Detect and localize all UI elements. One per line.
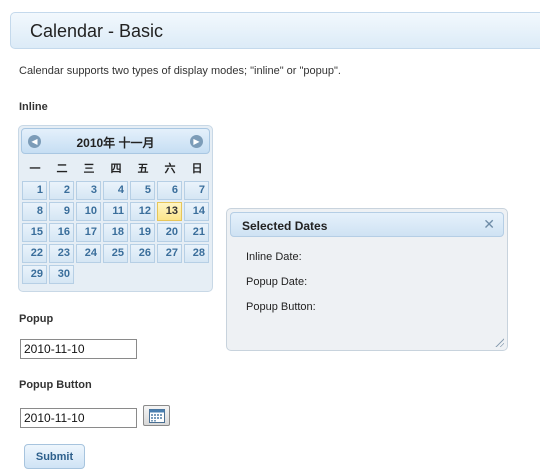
- calendar-week-row: 22 23 24 25 26 27 28: [22, 244, 212, 263]
- popup-button-section-label: Popup Button: [19, 379, 92, 391]
- close-icon[interactable]: ✕: [483, 216, 495, 233]
- weekday-label: 六: [164, 163, 176, 175]
- calendar-day[interactable]: 9: [49, 202, 74, 221]
- resize-grip-icon[interactable]: [494, 337, 504, 347]
- popup-button-date-input[interactable]: [20, 408, 137, 428]
- calendar-empty-cell: [130, 265, 155, 284]
- calendar-day[interactable]: 19: [130, 223, 155, 242]
- calendar-day[interactable]: 30: [49, 265, 74, 284]
- panel-header: Selected Dates ✕: [230, 212, 504, 237]
- weekday-label: 一: [29, 163, 41, 175]
- weekday-label: 五: [137, 163, 149, 175]
- popup-date-label: Popup Date:: [246, 276, 308, 288]
- weekday-label: 三: [83, 163, 95, 175]
- calendar-day[interactable]: 24: [76, 244, 101, 263]
- calendar-day[interactable]: 1: [22, 181, 47, 200]
- selected-dates-panel: Selected Dates ✕ Inline Date: Popup Date…: [226, 208, 508, 351]
- calendar-day[interactable]: 28: [184, 244, 209, 263]
- calendar-day[interactable]: 26: [130, 244, 155, 263]
- calendar-header: ◀ 2010年 十一月 ▶: [21, 128, 210, 154]
- popup-section-label: Popup: [19, 313, 54, 325]
- page-header: Calendar - Basic: [10, 12, 540, 49]
- popup-date-input[interactable]: [20, 339, 137, 359]
- calendar-day[interactable]: 27: [157, 244, 182, 263]
- calendar-day[interactable]: 18: [103, 223, 128, 242]
- weekday-label: 二: [56, 163, 68, 175]
- calendar-day[interactable]: 29: [22, 265, 47, 284]
- calendar-empty-cell: [157, 265, 182, 284]
- calendar-day[interactable]: 22: [22, 244, 47, 263]
- calendar-day[interactable]: 14: [184, 202, 209, 221]
- calendar-week-row: 8 9 10 11 12 13 14: [22, 202, 212, 221]
- calendar-day[interactable]: 8: [22, 202, 47, 221]
- calendar-empty-cell: [103, 265, 128, 284]
- next-month-icon[interactable]: ▶: [190, 135, 203, 148]
- popup-button-date-label: Popup Button:: [246, 301, 316, 313]
- calendar-empty-cell: [76, 265, 101, 284]
- calendar-day[interactable]: 2: [49, 181, 74, 200]
- calendar-week-row: 29 30: [22, 265, 212, 284]
- weekday-label: 日: [191, 163, 203, 175]
- calendar-grid: 一 二 三 四 五 六 日 1 2 3 4 5 6 7 8 9 10 11 12 13 14 15 16 17 1…: [22, 159, 212, 284]
- inline-date-label: Inline Date:: [246, 251, 302, 263]
- calendar-day[interactable]: 3: [76, 181, 101, 200]
- calendar-day[interactable]: 15: [22, 223, 47, 242]
- description-text: Calendar supports two types of display m…: [19, 65, 341, 77]
- calendar-day[interactable]: 16: [49, 223, 74, 242]
- calendar-day[interactable]: 5: [130, 181, 155, 200]
- calendar-day[interactable]: 4: [103, 181, 128, 200]
- calendar-day[interactable]: 20: [157, 223, 182, 242]
- calendar-week-row: 1234567: [22, 181, 212, 200]
- calendar-week-row: 15 16 17 18 19 20 21: [22, 223, 212, 242]
- calendar-day[interactable]: 7: [184, 181, 209, 200]
- calendar-weeks: 1 2 3 4 5 6 7 8 9 10 11 12 13 14 15 16 17 18 19 20 21 22 23 24 2…: [22, 181, 212, 284]
- calendar-day-today[interactable]: 13: [157, 202, 182, 221]
- weekday-row: 一 二 三 四 五 六 日: [22, 159, 212, 179]
- panel-title: Selected Dates: [242, 219, 328, 233]
- calendar-day[interactable]: 12: [130, 202, 155, 221]
- inline-calendar: ◀ 2010年 十一月 ▶ 一 二 三 四 五 六 日 1 2 3 4 5 6 7 8 9 10 1…: [18, 125, 213, 292]
- page-title: Calendar - Basic: [30, 21, 164, 41]
- calendar-month-title: 2010年 十一月: [76, 136, 155, 150]
- calendar-day[interactable]: 17: [76, 223, 101, 242]
- calendar-day[interactable]: 25: [103, 244, 128, 263]
- calendar-day[interactable]: 10: [76, 202, 101, 221]
- calendar-day[interactable]: 11: [103, 202, 128, 221]
- open-calendar-button[interactable]: [143, 405, 170, 426]
- inline-section-label: Inline: [19, 101, 48, 113]
- weekday-label: 四: [110, 163, 122, 175]
- calendar-empty-cell: [184, 265, 209, 284]
- submit-button[interactable]: Submit: [24, 444, 85, 469]
- calendar-day[interactable]: 6: [157, 181, 182, 200]
- calendar-day[interactable]: 23: [49, 244, 74, 263]
- calendar-day[interactable]: 21: [184, 223, 209, 242]
- calendar-icon: [149, 409, 165, 423]
